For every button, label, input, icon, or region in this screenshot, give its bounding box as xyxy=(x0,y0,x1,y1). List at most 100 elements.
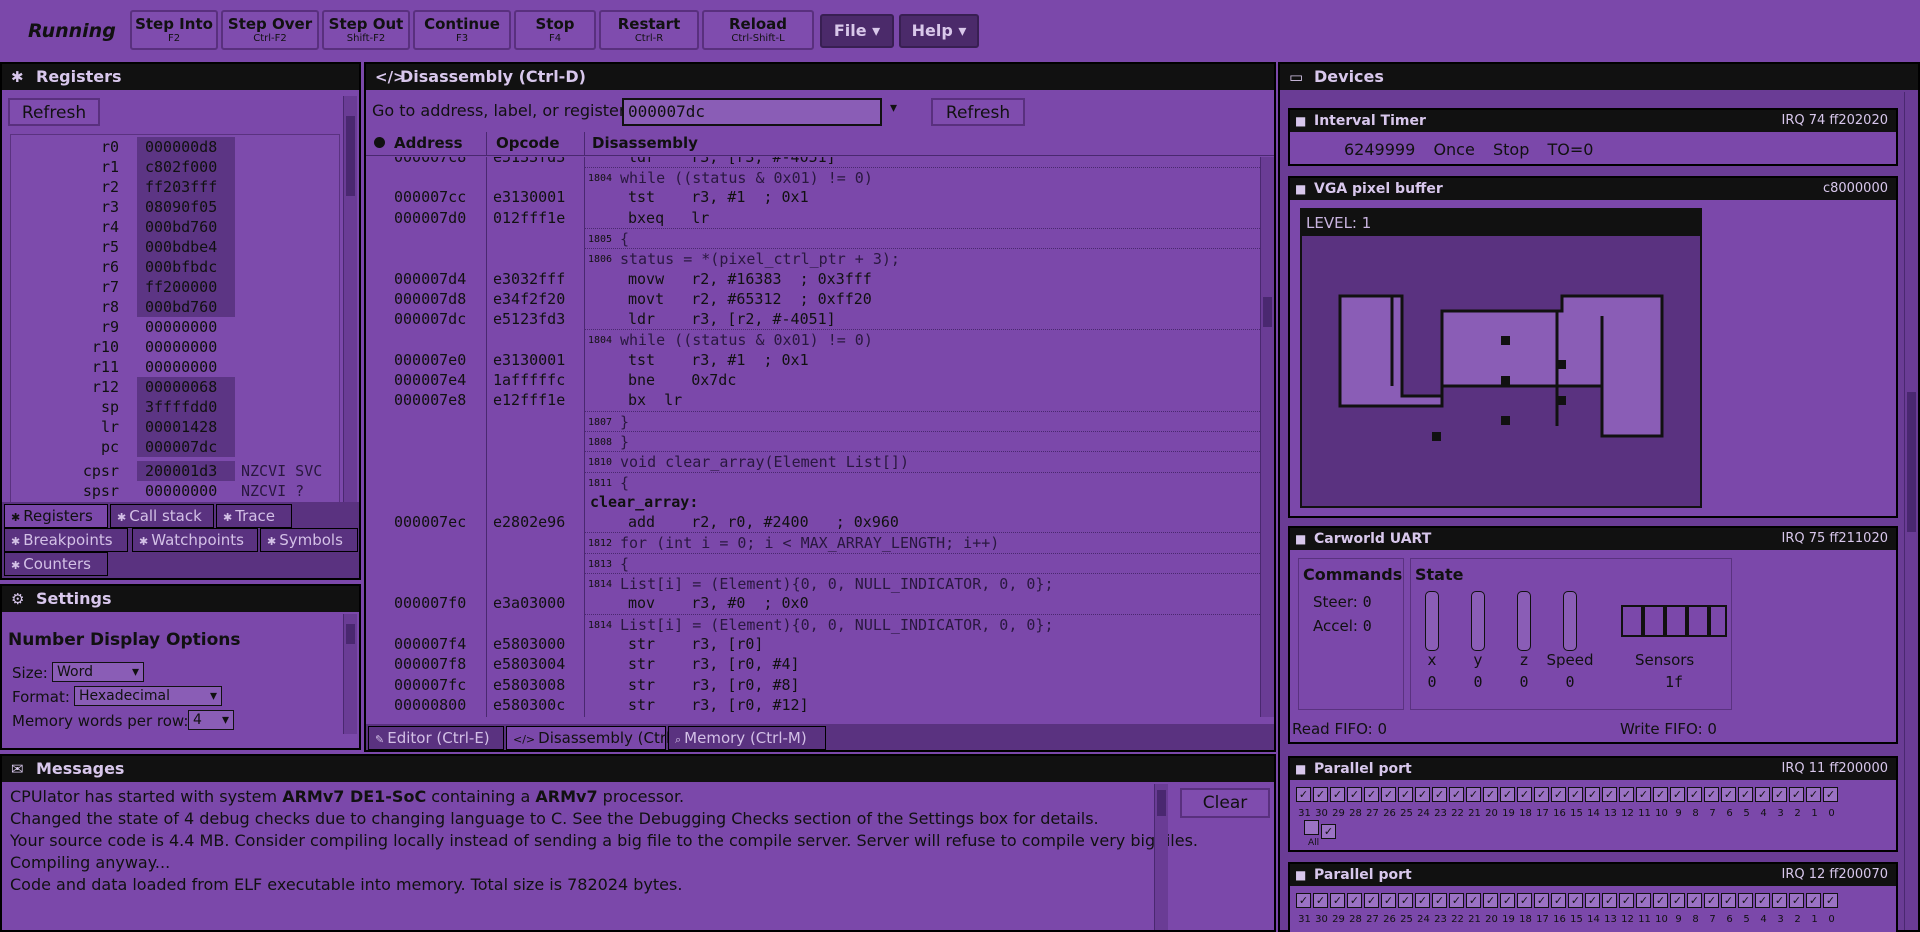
bit-checkbox[interactable]: ✓ xyxy=(1653,893,1668,908)
collapse-icon[interactable]: ■ xyxy=(1295,864,1306,886)
bit-checkbox[interactable]: ✓ xyxy=(1772,893,1787,908)
bit-checkbox[interactable]: ✓ xyxy=(1602,893,1617,908)
bit-checkbox[interactable]: ✓ xyxy=(1636,893,1651,908)
bit-checkbox[interactable]: ✓ xyxy=(1432,893,1447,908)
bit-checkbox[interactable]: ✓ xyxy=(1381,893,1396,908)
tab-disassembly[interactable]: </> Disassembly (Ctrl-D) xyxy=(506,726,693,750)
register-value[interactable]: 00000000 xyxy=(137,337,235,357)
toolbar-button-restart[interactable]: Restart Ctrl-R xyxy=(599,10,699,50)
bit-checkbox[interactable]: ✓ xyxy=(1687,893,1702,908)
disasm-instruction-line[interactable]: 00000800 e580300c str r3, [r0, #12] xyxy=(366,695,1260,715)
format-select[interactable]: Hexadecimal ▾ xyxy=(74,686,222,706)
bit-checkbox[interactable]: ✓ xyxy=(1330,787,1345,802)
register-value[interactable]: 00000000 xyxy=(137,317,235,337)
register-value[interactable]: 000007dc xyxy=(137,437,235,457)
bit-checkbox[interactable]: ✓ xyxy=(1551,787,1566,802)
register-value[interactable]: c802f000 xyxy=(137,157,235,177)
bit-checkbox[interactable]: ✓ xyxy=(1823,893,1838,908)
select-all-checkbox[interactable]: ✓ xyxy=(1321,824,1336,839)
bit-checkbox[interactable]: ✓ xyxy=(1381,787,1396,802)
tab-breakpoints[interactable]: ✱ Breakpoints xyxy=(4,528,128,552)
bit-checkbox[interactable]: ✓ xyxy=(1738,893,1753,908)
bit-checkbox[interactable]: ✓ xyxy=(1466,787,1481,802)
bit-checkbox[interactable]: ✓ xyxy=(1398,893,1413,908)
goto-dropdown-icon[interactable]: ▾ xyxy=(890,100,897,116)
bit-checkbox[interactable]: ✓ xyxy=(1551,893,1566,908)
bit-checkbox[interactable]: ✓ xyxy=(1415,893,1430,908)
register-value[interactable]: 00001428 xyxy=(137,417,235,437)
bit-checkbox[interactable]: ✓ xyxy=(1568,893,1583,908)
bit-checkbox[interactable]: ✓ xyxy=(1313,787,1328,802)
timer-state[interactable]: Stop xyxy=(1493,140,1529,159)
tab-call-stack[interactable]: ✱ Call stack xyxy=(110,504,214,528)
bit-checkbox[interactable]: ✓ xyxy=(1364,787,1379,802)
disasm-instruction-line[interactable]: 000007e0 e3130001 tst r3, #1 ; 0x1 xyxy=(366,350,1260,370)
disasm-instruction-line[interactable]: 000007f8 e5803004 str r3, [r0, #4] xyxy=(366,654,1260,674)
tab-memory[interactable]: ⌕ Memory (Ctrl-M) xyxy=(668,726,826,750)
toolbar-button-continue[interactable]: Continue F3 xyxy=(413,10,511,50)
bit-checkbox[interactable]: ✓ xyxy=(1483,787,1498,802)
axis-slider[interactable] xyxy=(1517,591,1531,651)
disasm-instruction-line[interactable]: 000007ec e2802e96 add r2, r0, #2400 ; 0x96… xyxy=(366,512,1260,532)
bit-checkbox[interactable]: ✓ xyxy=(1534,893,1549,908)
bit-checkbox[interactable]: ✓ xyxy=(1415,787,1430,802)
bit-checkbox[interactable]: ✓ xyxy=(1670,893,1685,908)
bit-checkbox[interactable]: ✓ xyxy=(1296,893,1311,908)
bit-checkbox[interactable]: ✓ xyxy=(1704,787,1719,802)
register-value[interactable]: 00000068 xyxy=(137,377,235,397)
tab-trace[interactable]: ✱ Trace xyxy=(216,504,292,528)
bit-checkbox[interactable]: ✓ xyxy=(1670,787,1685,802)
register-value[interactable]: ff203fff xyxy=(137,177,235,197)
tab-symbols[interactable]: ✱ Symbols xyxy=(260,528,358,552)
disasm-instruction-line[interactable]: 000007d4 e3032fff movw r2, #16383 ; 0x3fff xyxy=(366,269,1260,289)
disasm-instruction-line[interactable]: 000007f4 e5803000 str r3, [r0] xyxy=(366,634,1260,654)
axis-slider[interactable] xyxy=(1563,591,1577,651)
bit-checkbox[interactable]: ✓ xyxy=(1789,893,1804,908)
bit-checkbox[interactable]: ✓ xyxy=(1364,893,1379,908)
bit-checkbox[interactable]: ✓ xyxy=(1602,787,1617,802)
bit-checkbox[interactable]: ✓ xyxy=(1721,893,1736,908)
bit-checkbox[interactable]: ✓ xyxy=(1296,787,1311,802)
bit-checkbox[interactable]: ✓ xyxy=(1347,787,1362,802)
register-value[interactable]: 00000000 xyxy=(137,481,235,501)
bit-checkbox[interactable]: ✓ xyxy=(1500,787,1515,802)
toolbar-button-step-out[interactable]: Step Out Shift-F2 xyxy=(322,10,410,50)
bit-checkbox[interactable]: ✓ xyxy=(1347,893,1362,908)
goto-input[interactable]: 000007dc xyxy=(622,98,882,126)
bit-checkbox[interactable]: ✓ xyxy=(1432,787,1447,802)
bit-checkbox[interactable]: ✓ xyxy=(1687,787,1702,802)
axis-slider[interactable] xyxy=(1425,591,1439,651)
bit-checkbox[interactable]: ✓ xyxy=(1806,787,1821,802)
toolbar-button-reload[interactable]: Reload Ctrl-Shift-L xyxy=(702,10,814,50)
register-value[interactable]: 08090f05 xyxy=(137,197,235,217)
bit-checkbox[interactable]: ✓ xyxy=(1517,893,1532,908)
toolbar-button-step-over[interactable]: Step Over Ctrl-F2 xyxy=(221,10,319,50)
devices-scrollbar[interactable] xyxy=(1904,92,1918,930)
toolbar-button-step-into[interactable]: Step Into F2 xyxy=(130,10,218,50)
disasm-instruction-line[interactable]: 000007e8 e12fff1e bx lr xyxy=(366,390,1260,410)
bit-checkbox[interactable]: ✓ xyxy=(1755,787,1770,802)
tab-watchpoints[interactable]: ✱ Watchpoints xyxy=(132,528,258,552)
messages-scrollbar[interactable] xyxy=(1154,784,1168,930)
bit-checkbox[interactable]: ✓ xyxy=(1806,893,1821,908)
help-menu-button[interactable]: Help ▾ xyxy=(899,14,979,48)
collapse-icon[interactable]: ■ xyxy=(1295,758,1306,780)
register-value[interactable]: ff200000 xyxy=(137,277,235,297)
axis-slider[interactable] xyxy=(1471,591,1485,651)
bit-checkbox[interactable]: ✓ xyxy=(1466,893,1481,908)
bit-checkbox[interactable]: ✓ xyxy=(1500,893,1515,908)
bit-checkbox[interactable]: ✓ xyxy=(1517,787,1532,802)
register-value[interactable]: 200001d3 xyxy=(137,461,235,481)
disassembly-refresh-button[interactable]: Refresh xyxy=(931,98,1025,126)
registers-scrollbar[interactable] xyxy=(343,96,357,546)
tab-counters[interactable]: ✱ Counters xyxy=(4,552,108,576)
register-value[interactable]: 000bfbdc xyxy=(137,257,235,277)
bit-checkbox[interactable]: ✓ xyxy=(1704,893,1719,908)
bit-checkbox[interactable]: ✓ xyxy=(1789,787,1804,802)
settings-scrollbar[interactable] xyxy=(343,614,357,734)
disasm-instruction-line[interactable]: 000007cc e3130001 tst r3, #1 ; 0x1 xyxy=(366,187,1260,207)
size-select[interactable]: Word ▾ xyxy=(52,662,144,682)
bit-checkbox[interactable]: ✓ xyxy=(1721,787,1736,802)
bit-checkbox[interactable]: ✓ xyxy=(1619,787,1634,802)
bit-checkbox[interactable]: ✓ xyxy=(1772,787,1787,802)
